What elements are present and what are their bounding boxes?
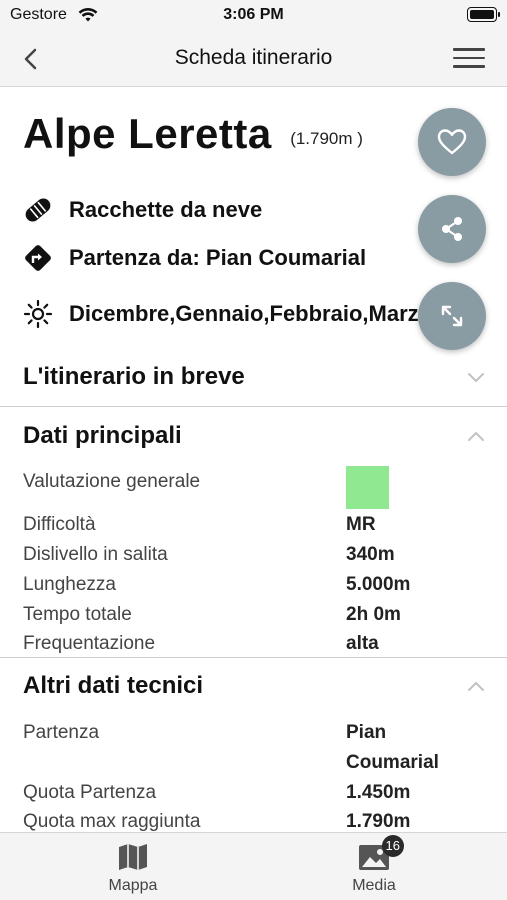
tab-bar: Mappa 16 Media (0, 832, 507, 900)
start-altitude-value: 1.450m (346, 782, 411, 803)
hamburger-menu-icon (453, 48, 485, 51)
season-months: Dicembre,Gennaio,Febbraio,Marzo (69, 301, 433, 326)
difficulty-value: MR (346, 514, 376, 535)
section-main-data-title: Dati principali (23, 422, 182, 449)
elevation-gain-value: 340m (346, 544, 395, 565)
tab-media-label: Media (352, 877, 396, 894)
rating-label: Valutazione generale (23, 471, 201, 492)
status-bar: Gestore 3:06 PM (0, 0, 507, 30)
heart-icon (437, 129, 467, 155)
page-title: Scheda itinerario (174, 46, 333, 69)
activity-type: Racchette da neve (69, 197, 263, 222)
total-time-value: 2h 0m (346, 604, 401, 625)
elevation-gain-label: Dislivello in salita (23, 544, 168, 565)
navigation-bar: Scheda itinerario (0, 30, 507, 87)
route-header: Alpe Leretta (1.790m ) (23, 110, 363, 158)
difficulty-label: Difficoltà (23, 514, 96, 535)
tab-media[interactable]: 16 Media (324, 835, 424, 895)
length-value: 5.000m (346, 574, 411, 595)
expand-arrows-icon (441, 305, 463, 327)
menu-button[interactable] (453, 48, 485, 70)
snowshoe-icon (22, 194, 54, 226)
tab-map[interactable]: Mappa (83, 841, 183, 895)
battery-icon (467, 7, 500, 22)
attendance-label: Frequentazione (23, 633, 156, 654)
season-row: Dicembre,Gennaio,Febbraio,Marzo (22, 297, 432, 331)
rating-color-swatch (346, 466, 389, 509)
route-name: Alpe Leretta (23, 110, 272, 157)
attendance-value: alta (346, 633, 379, 654)
media-count-badge: 16 (381, 835, 404, 857)
start-point-value-line1: Pian (346, 722, 387, 743)
start-row: Partenza da: Pian Coumarial (22, 241, 366, 275)
chevron-down-icon (468, 373, 484, 383)
activity-row: Racchette da neve (22, 193, 262, 227)
favorite-button[interactable] (418, 108, 486, 176)
max-altitude-label: Quota max raggiunta (23, 811, 201, 832)
sun-icon (22, 298, 54, 330)
start-altitude-label: Quota Partenza (23, 782, 157, 803)
share-button[interactable] (418, 195, 486, 263)
section-divider (0, 657, 507, 658)
map-icon (115, 841, 151, 873)
chevron-up-icon (468, 431, 484, 441)
share-icon (442, 217, 462, 241)
tab-map-label: Mappa (108, 877, 158, 894)
start-point-value-line2: Coumarial (346, 752, 439, 773)
route-altitude: (1.790m ) (290, 129, 363, 148)
clock-label: 3:06 PM (223, 6, 284, 23)
expand-button[interactable] (418, 282, 486, 350)
max-altitude-value: 1.790m (346, 811, 411, 832)
length-label: Lunghezza (23, 574, 116, 595)
section-technical-header[interactable]: Altri dati tecnici (0, 666, 507, 710)
start-point-label: Partenza (23, 722, 100, 743)
direction-sign-icon (22, 242, 54, 274)
section-main-data-header[interactable]: Dati principali (0, 416, 507, 460)
total-time-label: Tempo totale (23, 604, 132, 625)
section-summary-title: L'itinerario in breve (23, 363, 245, 390)
section-summary-header[interactable]: L'itinerario in breve (0, 357, 507, 401)
start-location: Partenza da: Pian Coumarial (69, 245, 367, 270)
chevron-up-icon (468, 681, 484, 691)
section-technical-title: Altri dati tecnici (23, 672, 204, 699)
section-divider (0, 406, 507, 407)
image-gallery-icon: 16 (356, 835, 404, 873)
